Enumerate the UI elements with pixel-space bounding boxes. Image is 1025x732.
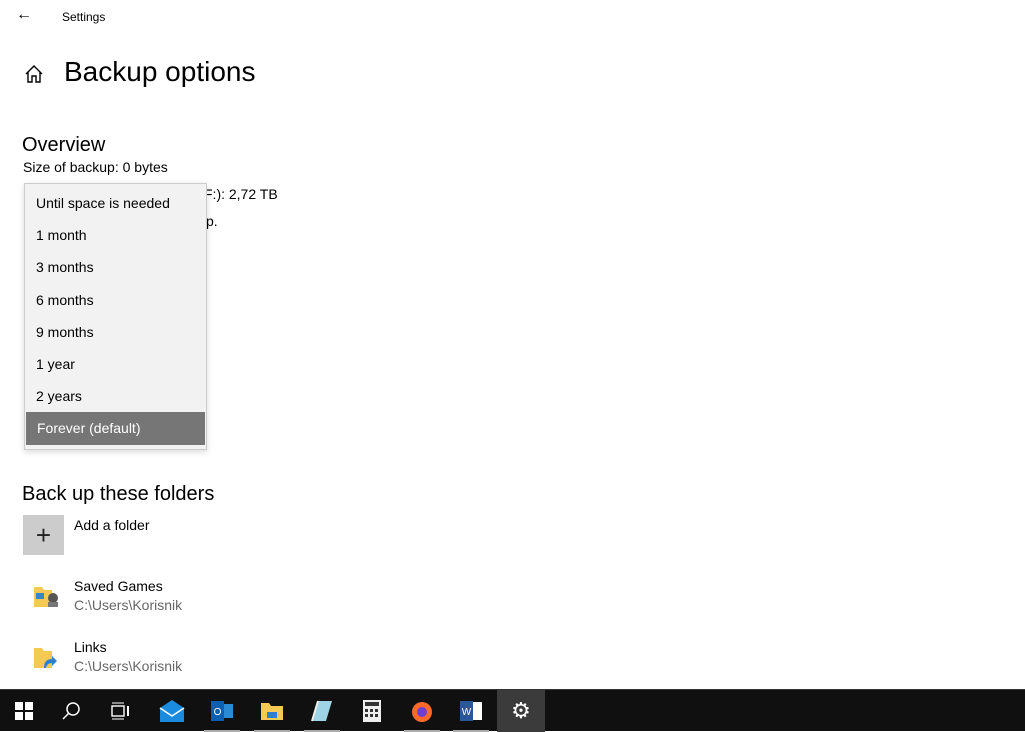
option-2-years[interactable]: 2 years [25, 380, 206, 412]
home-icon[interactable] [22, 62, 46, 86]
gear-icon: ⚙ [511, 698, 531, 723]
firefox-icon [412, 702, 432, 722]
plus-icon: + [35, 519, 52, 550]
total-space: F:): 2,72 TB [204, 186, 278, 202]
folder-name[interactable]: Links [74, 639, 107, 655]
taskbar-mail[interactable] [148, 690, 196, 732]
option-1-year[interactable]: 1 year [25, 348, 206, 380]
word-icon: W [460, 701, 482, 721]
option-3-months[interactable]: 3 months [25, 251, 206, 283]
folder-path: C:\Users\Korisnik [74, 658, 183, 674]
taskbar-firefox[interactable] [398, 690, 446, 732]
taskbar-outlook[interactable]: O [198, 690, 246, 732]
saved-games-folder-icon [34, 587, 58, 607]
add-folder-label[interactable]: Add a folder [74, 517, 150, 533]
keep-backups-dropdown[interactable]: Until space is needed 1 month 3 months 6… [24, 183, 207, 450]
option-1-month[interactable]: 1 month [25, 219, 206, 251]
add-folder-button[interactable]: + [23, 515, 64, 555]
taskbar-word[interactable]: W [447, 690, 495, 732]
option-9-months[interactable]: 9 months [25, 316, 206, 348]
notes-icon [311, 700, 332, 722]
folders-heading: Back up these folders [22, 483, 215, 505]
folder-path: C:\Users\Korisnik [74, 597, 183, 613]
calculator-icon [363, 700, 381, 722]
page-title: Backup options [64, 56, 256, 87]
start-button[interactable] [0, 690, 48, 732]
back-button[interactable]: ← [16, 6, 32, 24]
overview-heading: Overview [22, 134, 106, 156]
search-button[interactable] [47, 690, 95, 732]
taskbar-file-explorer[interactable] [248, 690, 296, 732]
task-view-icon [111, 702, 129, 720]
task-view-button[interactable] [96, 690, 144, 732]
windows-icon [15, 702, 33, 720]
taskbar-settings[interactable]: ⚙ [497, 690, 545, 732]
taskbar-notes[interactable] [298, 690, 346, 732]
taskbar: O W ⚙ [0, 689, 1025, 732]
folder-name[interactable]: Saved Games [74, 578, 163, 594]
option-6-months[interactable]: 6 months [25, 284, 206, 316]
taskbar-calculator[interactable] [348, 690, 396, 732]
svg-text:O: O [214, 707, 222, 718]
option-until-space-needed[interactable]: Until space is needed [25, 187, 206, 219]
folder-icon [261, 703, 283, 720]
svg-text:W: W [462, 707, 472, 718]
mail-icon [159, 700, 185, 722]
backup-size: Size of backup: 0 bytes [23, 159, 168, 175]
app-title: Settings [62, 10, 106, 24]
outlook-icon: O [211, 701, 233, 721]
links-folder-icon [34, 648, 57, 668]
last-backup: p. [206, 213, 218, 229]
option-forever[interactable]: Forever (default) [26, 412, 205, 445]
search-icon [62, 702, 80, 720]
